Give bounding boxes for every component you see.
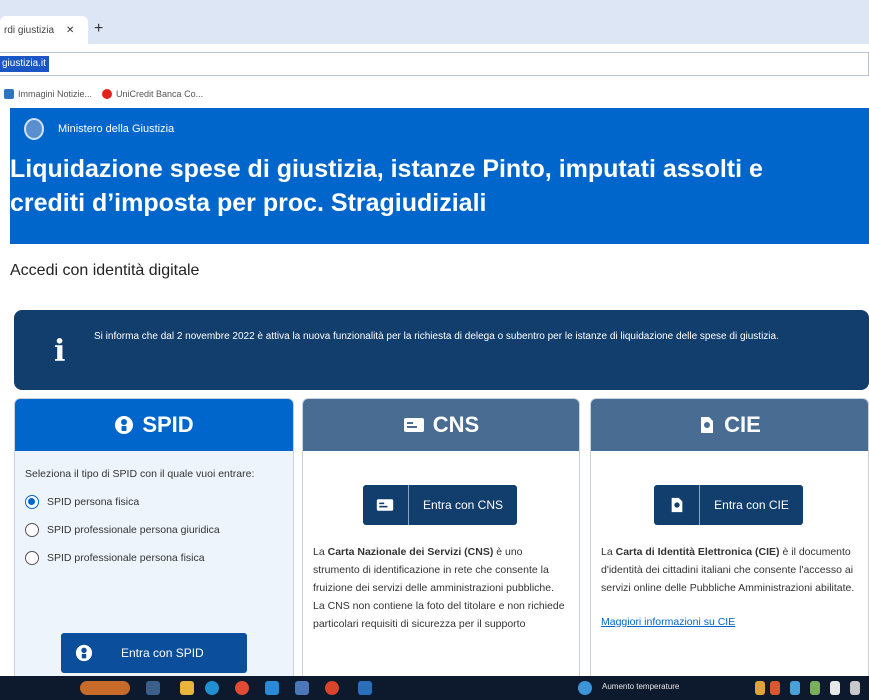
cie-card-header: CIE <box>591 399 868 451</box>
address-bar[interactable]: giustizia.it <box>0 52 869 76</box>
spid-option-label: SPID professionale persona fisica <box>47 552 205 564</box>
tray-icon[interactable] <box>810 681 820 695</box>
site-header: Ministero della Giustizia Liquidazione s… <box>10 108 869 244</box>
taskview-icon[interactable] <box>146 681 160 695</box>
close-tab-icon[interactable]: ✕ <box>66 25 74 36</box>
spid-icon <box>115 416 134 434</box>
spid-card: SPID Seleziona il tipo di SPID con il qu… <box>14 398 294 678</box>
url-text: giustizia.it <box>0 56 49 72</box>
spid-login-button[interactable]: Entra con SPID <box>61 633 247 673</box>
login-subheading: Accedi con identità digitale <box>10 262 200 279</box>
cie-button-label: Entra con CIE <box>714 498 789 512</box>
info-icon: i <box>54 334 66 369</box>
bookmark-item[interactable]: UniCredit Banca Co... <box>102 89 203 99</box>
page-title-line: crediti d’imposta per proc. Stragiudizia… <box>10 189 487 217</box>
taskbar-status-text: Aumento temperature <box>602 682 680 691</box>
windows-taskbar: Aumento temperature <box>0 676 869 700</box>
cie-info-link[interactable]: Maggiori informazioni su CIE <box>601 616 735 628</box>
tray-icon[interactable] <box>755 681 765 695</box>
cns-desc-rest: è uno strumento di identificazione in re… <box>313 546 565 630</box>
tray-icon[interactable] <box>850 681 860 695</box>
cns-desc-bold: Carta Nazionale dei Servizi (CNS) <box>327 546 494 558</box>
cie-desc-pre: La <box>601 546 616 558</box>
bookmark-item[interactable]: Immagini Notizie... <box>4 89 92 99</box>
unicredit-icon <box>102 89 113 99</box>
tray-icon[interactable] <box>790 681 800 695</box>
mail-icon[interactable] <box>295 681 309 695</box>
page-title-line: Liquidazione spese di giustizia, istanze… <box>10 155 763 183</box>
cns-button-label: Entra con CNS <box>422 498 504 512</box>
weather-icon <box>578 681 592 695</box>
photos-icon[interactable] <box>358 681 372 695</box>
cie-icon <box>654 485 701 525</box>
info-text: Si informa che dal 2 novembre 2022 è att… <box>94 331 779 342</box>
store-icon[interactable] <box>265 681 279 695</box>
ministry-brand[interactable]: Ministero della Giustizia <box>24 118 174 140</box>
spid-card-body: Seleziona il tipo di SPID con il quale v… <box>15 451 293 567</box>
radio-selected[interactable] <box>25 495 39 509</box>
bookmark-icon <box>4 89 14 99</box>
radio-unselected[interactable] <box>25 523 39 537</box>
cie-link-wrap: Maggiori informazioni su CIE <box>601 613 856 631</box>
cns-desc-pre: La <box>313 546 328 558</box>
cie-description: La Carta di Identità Elettronica (CIE) è… <box>601 543 856 597</box>
bookmark-label: Immagini Notizie... <box>18 89 93 99</box>
cie-card: CIE Entra con CIE La Carta di Identità E… <box>590 398 869 678</box>
ministry-name: Ministero della Giustizia <box>58 123 175 135</box>
browser-tab[interactable]: rdi giustizia ✕ <box>0 16 88 44</box>
cie-desc-bold: Carta di Identità Elettronica (CIE) <box>615 546 780 558</box>
browser-tab-bar: rdi giustizia ✕ + <box>0 0 869 44</box>
cns-card-body: Entra con CNS La Carta Nazionale dei Ser… <box>303 451 579 633</box>
cie-card-body: Entra con CIE La Carta di Identità Elett… <box>591 451 868 631</box>
cns-button-wrap: Entra con CNS <box>313 485 567 525</box>
cns-login-button[interactable]: Entra con CNS <box>362 485 518 525</box>
bookmarks-bar: Immagini Notizie... UniCredit Banca Co..… <box>0 82 869 106</box>
cns-card-header: CNS <box>303 399 579 451</box>
id-card-icon <box>363 485 409 525</box>
spid-option[interactable]: SPID professionale persona fisica <box>25 549 281 567</box>
tray-icon[interactable] <box>830 681 840 695</box>
page-title: Liquidazione spese di giustizia, istanze… <box>10 152 763 220</box>
start-icon[interactable] <box>80 681 130 695</box>
chrome-icon[interactable] <box>235 681 249 695</box>
spid-title: SPID <box>142 412 194 437</box>
spid-button-icon <box>61 633 107 673</box>
spid-button-label: Entra con SPID <box>121 646 204 660</box>
cie-title: CIE <box>724 412 761 437</box>
tray-icon[interactable] <box>770 681 780 695</box>
cns-card: CNS Entra con CNS La Carta Nazionale dei… <box>302 398 580 678</box>
cie-button-wrap: Entra con CIE <box>601 485 856 525</box>
new-tab-button[interactable]: + <box>94 20 103 38</box>
radio-unselected[interactable] <box>25 551 39 565</box>
edge-icon[interactable] <box>205 681 219 695</box>
cie-icon <box>701 417 714 433</box>
spid-prompt: Seleziona il tipo di SPID con il quale v… <box>25 468 255 480</box>
ministry-emblem-icon <box>24 118 44 140</box>
cie-login-button[interactable]: Entra con CIE <box>654 485 803 525</box>
cns-description: La Carta Nazionale dei Servizi (CNS) è u… <box>313 543 567 633</box>
id-card-icon <box>403 418 424 432</box>
bookmark-label: UniCredit Banca Co... <box>116 89 204 99</box>
spid-option-label: SPID professionale persona giuridica <box>47 524 220 536</box>
spid-card-header: SPID <box>15 399 293 451</box>
tab-title: rdi giustizia <box>4 24 55 36</box>
explorer-icon[interactable] <box>180 681 194 695</box>
info-banner: i Si informa che dal 2 novembre 2022 è a… <box>14 310 869 390</box>
spid-option[interactable]: SPID professionale persona giuridica <box>25 521 281 539</box>
spid-option[interactable]: SPID persona fisica <box>25 493 281 511</box>
app-icon[interactable] <box>325 681 339 695</box>
cns-title: CNS <box>432 412 480 437</box>
spid-option-label: SPID persona fisica <box>47 496 140 508</box>
